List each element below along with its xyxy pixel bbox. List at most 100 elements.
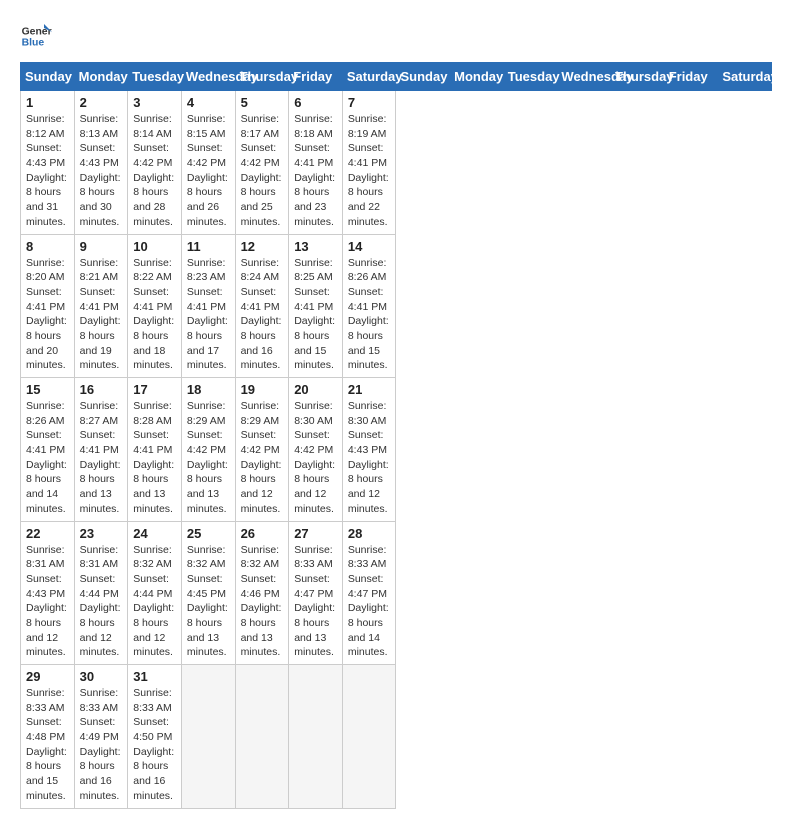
cell-info: Sunrise: 8:26 AM [26,399,69,428]
cell-info: Sunrise: 8:33 AM [133,686,176,715]
cell-info: Sunset: 4:43 PM [26,141,69,170]
cell-info: Sunset: 4:42 PM [133,141,176,170]
calendar-cell: 19Sunrise: 8:29 AMSunset: 4:42 PMDayligh… [235,378,289,522]
calendar-cell: 8Sunrise: 8:20 AMSunset: 4:41 PMDaylight… [21,234,75,378]
cell-info: Sunrise: 8:21 AM [80,256,123,285]
cell-info: Sunset: 4:41 PM [26,285,69,314]
cell-info: Sunset: 4:47 PM [294,572,337,601]
day-number: 18 [187,382,230,397]
day-header-thursday: Thursday [611,63,665,91]
day-number: 7 [348,95,391,110]
day-number: 25 [187,526,230,541]
cell-info: Daylight: 8 hours and 17 minutes. [187,314,230,373]
cell-info: Sunset: 4:41 PM [294,285,337,314]
cell-info: Daylight: 8 hours and 13 minutes. [241,601,284,660]
cell-info: Sunrise: 8:31 AM [80,543,123,572]
cell-info: Daylight: 8 hours and 14 minutes. [26,458,69,517]
cell-info: Sunset: 4:49 PM [80,715,123,744]
cell-info: Sunset: 4:46 PM [241,572,284,601]
cell-info: Daylight: 8 hours and 25 minutes. [241,171,284,230]
day-number: 26 [241,526,284,541]
calendar-cell: 31Sunrise: 8:33 AMSunset: 4:50 PMDayligh… [128,665,182,809]
day-header-monday: Monday [450,63,504,91]
cell-info: Sunset: 4:43 PM [26,572,69,601]
day-header-friday: Friday [289,63,343,91]
cell-info: Sunrise: 8:32 AM [241,543,284,572]
calendar-cell: 13Sunrise: 8:25 AMSunset: 4:41 PMDayligh… [289,234,343,378]
week-row-3: 15Sunrise: 8:26 AMSunset: 4:41 PMDayligh… [21,378,772,522]
calendar-cell: 16Sunrise: 8:27 AMSunset: 4:41 PMDayligh… [74,378,128,522]
day-header-friday: Friday [664,63,718,91]
cell-info: Daylight: 8 hours and 12 minutes. [133,601,176,660]
calendar-cell: 30Sunrise: 8:33 AMSunset: 4:49 PMDayligh… [74,665,128,809]
cell-info: Sunrise: 8:20 AM [26,256,69,285]
cell-info: Sunset: 4:41 PM [348,141,391,170]
day-header-wednesday: Wednesday [557,63,611,91]
cell-info: Sunset: 4:41 PM [187,285,230,314]
cell-info: Sunrise: 8:13 AM [80,112,123,141]
cell-info: Sunrise: 8:17 AM [241,112,284,141]
day-number: 29 [26,669,69,684]
day-number: 2 [80,95,123,110]
cell-info: Sunrise: 8:33 AM [26,686,69,715]
day-number: 9 [80,239,123,254]
cell-info: Sunrise: 8:33 AM [294,543,337,572]
calendar-cell: 28Sunrise: 8:33 AMSunset: 4:47 PMDayligh… [342,521,396,665]
cell-info: Sunrise: 8:33 AM [80,686,123,715]
day-number: 6 [294,95,337,110]
day-number: 31 [133,669,176,684]
calendar-cell: 17Sunrise: 8:28 AMSunset: 4:41 PMDayligh… [128,378,182,522]
cell-info: Daylight: 8 hours and 12 minutes. [80,601,123,660]
cell-info: Sunset: 4:42 PM [241,141,284,170]
day-header-tuesday: Tuesday [503,63,557,91]
day-number: 12 [241,239,284,254]
cell-info: Sunset: 4:47 PM [348,572,391,601]
day-number: 14 [348,239,391,254]
cell-info: Sunrise: 8:29 AM [241,399,284,428]
cell-info: Sunset: 4:45 PM [187,572,230,601]
calendar-cell: 18Sunrise: 8:29 AMSunset: 4:42 PMDayligh… [181,378,235,522]
day-number: 5 [241,95,284,110]
cell-info: Sunset: 4:41 PM [241,285,284,314]
calendar-cell: 10Sunrise: 8:22 AMSunset: 4:41 PMDayligh… [128,234,182,378]
cell-info: Sunset: 4:44 PM [133,572,176,601]
day-number: 23 [80,526,123,541]
calendar-cell: 4Sunrise: 8:15 AMSunset: 4:42 PMDaylight… [181,91,235,235]
cell-info: Daylight: 8 hours and 18 minutes. [133,314,176,373]
calendar-cell: 12Sunrise: 8:24 AMSunset: 4:41 PMDayligh… [235,234,289,378]
page-header: General Blue [20,20,772,52]
day-number: 1 [26,95,69,110]
cell-info: Daylight: 8 hours and 12 minutes. [294,458,337,517]
week-row-2: 8Sunrise: 8:20 AMSunset: 4:41 PMDaylight… [21,234,772,378]
cell-info: Sunrise: 8:32 AM [187,543,230,572]
cell-info: Daylight: 8 hours and 12 minutes. [241,458,284,517]
day-number: 10 [133,239,176,254]
cell-info: Sunset: 4:41 PM [80,285,123,314]
day-header-sunday: Sunday [396,63,450,91]
day-number: 16 [80,382,123,397]
calendar-cell: 26 Sunrise: 8:32 AMSunset: 4:46 PMDayligh… [235,521,289,665]
day-number: 27 [294,526,337,541]
cell-info: Daylight: 8 hours and 31 minutes. [26,171,69,230]
day-number: 15 [26,382,69,397]
cell-info: Sunrise: 8:23 AM [187,256,230,285]
cell-info: Sunset: 4:41 PM [294,141,337,170]
cell-info: Sunrise: 8:26 AM [348,256,391,285]
cell-info: Sunrise: 8:30 AM [348,399,391,428]
cell-info: Daylight: 8 hours and 13 minutes. [133,458,176,517]
day-header-sunday: Sunday [21,63,75,91]
logo: General Blue [20,20,52,52]
cell-info: Daylight: 8 hours and 15 minutes. [294,314,337,373]
cell-info: Sunrise: 8:19 AM [348,112,391,141]
calendar-cell: 25Sunrise: 8:32 AMSunset: 4:45 PMDayligh… [181,521,235,665]
calendar-cell: 9Sunrise: 8:21 AMSunset: 4:41 PMDaylight… [74,234,128,378]
day-number: 24 [133,526,176,541]
calendar-cell [289,665,343,809]
day-number: 22 [26,526,69,541]
cell-info: Daylight: 8 hours and 28 minutes. [133,171,176,230]
cell-info: Sunrise: 8:27 AM [80,399,123,428]
calendar-cell: 5 Sunrise: 8:17 AMSunset: 4:42 PMDaylight… [235,91,289,235]
cell-info: Daylight: 8 hours and 16 minutes. [80,745,123,804]
day-header-wednesday: Wednesday [181,63,235,91]
calendar-cell: 21Sunrise: 8:30 AMSunset: 4:43 PMDayligh… [342,378,396,522]
